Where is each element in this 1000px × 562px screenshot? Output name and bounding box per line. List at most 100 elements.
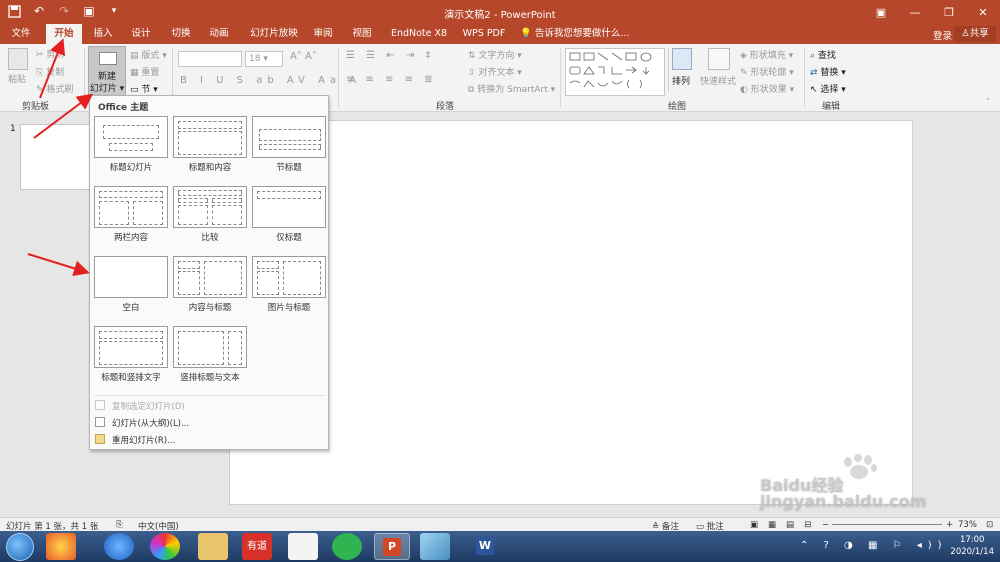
paste-button[interactable]: 粘贴 [8,72,26,85]
reuse-slides[interactable]: 重用幻灯片(R)... [112,434,175,446]
app-icon-1[interactable] [46,533,76,560]
shapes-gallery[interactable] [565,48,665,96]
search-icon: ⌕ [810,51,818,61]
close-button[interactable]: ✕ [966,0,1000,24]
spellcheck-icon[interactable]: ⎘ [116,520,123,530]
layout-name: 标题和竖排文字 [101,373,161,383]
font-name-input[interactable] [178,51,242,67]
system-clock[interactable]: 17:00 2020/1/14 [950,534,994,558]
powerpoint-taskbar-icon[interactable]: P [374,533,410,560]
find-button[interactable]: ⌕ 查找 [810,48,836,61]
quick-styles-icon[interactable] [708,48,730,70]
grow-font-icon[interactable]: A˄ A˅ [290,51,317,62]
reset-button[interactable]: ▦ 重置 [130,65,159,78]
start-button[interactable] [6,533,34,561]
arrange-label: 排列 [672,77,691,87]
quick-styles-button[interactable]: 快速样式 [700,74,736,87]
tab-view[interactable]: 视图 [345,24,379,44]
slide-canvas[interactable] [229,120,913,505]
slides-from-outline[interactable]: 幻灯片(从大纲)(L)... [112,417,189,429]
layout-section-header[interactable]: 节标题 [252,116,326,173]
tab-animations[interactable]: 动画 [202,24,236,44]
tab-design[interactable]: 设计 [124,24,158,44]
layout-title-slide[interactable]: 标题幻灯片 [94,116,168,173]
placeholder-box [178,331,224,365]
font-format-buttons[interactable]: B I U S ab AV Aa A [180,75,361,86]
wps-icon[interactable] [288,533,318,560]
format-painter-label: 格式刷 [46,85,74,95]
smartart-button[interactable]: ⧉ 转换为 SmartArt ▾ [468,82,555,95]
tray-icons[interactable]: ⌃ ? ◑ ▦ ⚐ ◂)) [800,540,948,551]
zoom-out-button[interactable]: − [822,520,829,530]
select-button[interactable]: ↖ 选择 ▾ [810,82,846,95]
fit-to-window-icon[interactable]: ⊡ [986,520,993,530]
section-button[interactable]: ▭ 节 ▾ [130,82,158,95]
sogou-icon[interactable] [104,533,134,560]
file-explorer-icon[interactable] [198,533,228,560]
format-painter-button[interactable]: ✎ 格式刷 [36,82,73,95]
tab-wps-pdf[interactable]: WPS PDF [458,24,510,44]
browser-icon[interactable] [150,533,180,560]
placeholder-box [99,341,163,365]
tab-slideshow[interactable]: 幻灯片放映 [244,24,304,44]
shape-effects-button[interactable]: ◐ 形状效果 ▾ [740,82,794,95]
view-buttons[interactable]: ▣▦▤⊟ [750,520,821,530]
layout-button[interactable]: ▤ 版式 ▾ [130,48,167,61]
align-buttons[interactable]: ≡ ≡ ≡ ≡ ≣ [346,74,437,85]
zoom-in-button[interactable]: + [946,520,953,530]
collapse-ribbon-icon[interactable]: ˄ [986,98,991,108]
layout-title-content[interactable]: 标题和内容 [173,116,247,173]
lightbulb-icon: 💡 [520,28,532,39]
copy-button[interactable]: ⎘ 复制 [36,65,64,78]
arrange-button[interactable]: 排列 [672,74,690,87]
wechat-icon[interactable] [332,533,362,560]
tab-endnote[interactable]: EndNote X8 [388,24,450,44]
app-icon-2[interactable] [420,533,450,560]
new-slide-icon [99,52,117,65]
tab-insert[interactable]: 插入 [86,24,120,44]
shape-outline-button[interactable]: ✎ 形状轮廓 ▾ [740,65,794,78]
arrange-icon[interactable] [672,48,692,70]
clock-date: 2020/1/14 [950,547,994,557]
replace-icon: ⇄ [810,68,821,78]
new-slide-button[interactable]: 新建 幻灯片 ▾ [88,46,126,98]
slide-thumbnail-1[interactable] [20,124,90,190]
layout-title-only[interactable]: 仅标题 [252,186,326,243]
tab-review[interactable]: 审阅 [306,24,340,44]
word-taskbar-icon[interactable]: W [468,533,504,560]
new-slide-label-line2: 幻灯片 ▾ [89,84,125,94]
tab-home[interactable]: 开始 [46,24,82,44]
login-link[interactable]: 登录 [933,28,952,42]
align-text-button[interactable]: ⇳ 对齐文本 ▾ [468,65,522,78]
list-buttons[interactable]: ☰ ☰ ⇤ ⇥ ‡ [346,50,434,61]
replace-button[interactable]: ⇄ 替换 ▾ [810,65,846,78]
restore-button[interactable]: ❐ [932,0,966,24]
cut-button[interactable]: ✂ 剪切 [36,47,64,60]
placeholder-box [178,198,208,203]
share-button[interactable]: ♙共享 [954,26,996,42]
shape-fill-button[interactable]: ◈ 形状填充 ▾ [740,48,793,61]
layout-vertical-title-text[interactable]: 竖排标题与文本 [173,326,247,383]
youdao-icon[interactable]: 有道 [242,533,272,560]
tell-me-box[interactable]: 💡 告诉我您想要做什么... [520,24,630,44]
font-size-input[interactable]: 18 ▾ [245,51,283,67]
placeholder-box [178,190,242,196]
minimize-button[interactable]: — [898,0,932,24]
layout-title-vertical-text[interactable]: 标题和竖排文字 [94,326,168,383]
tab-transitions[interactable]: 切换 [164,24,198,44]
zoom-slider[interactable] [832,524,942,525]
layout-blank[interactable]: 空白 [94,256,168,313]
placeholder-box [257,261,279,269]
placeholder-box [103,125,159,139]
tab-file[interactable]: 文件 [4,24,38,44]
person-icon: ♙ [961,28,970,39]
layout-two-content[interactable]: 两栏内容 [94,186,168,243]
layout-picture-caption[interactable]: 图片与标题 [252,256,326,313]
zoom-level[interactable]: 73% [958,520,977,530]
duplicate-selected-slides: 复制选定幻灯片(D) [112,402,185,412]
text-direction-button[interactable]: ⇅ 文字方向 ▾ [468,48,522,61]
layout-comparison[interactable]: 比较 [173,186,247,243]
layout-content-caption[interactable]: 内容与标题 [173,256,247,313]
ribbon-display-options-icon[interactable]: ▣ [864,0,898,24]
paste-icon[interactable] [8,48,28,70]
